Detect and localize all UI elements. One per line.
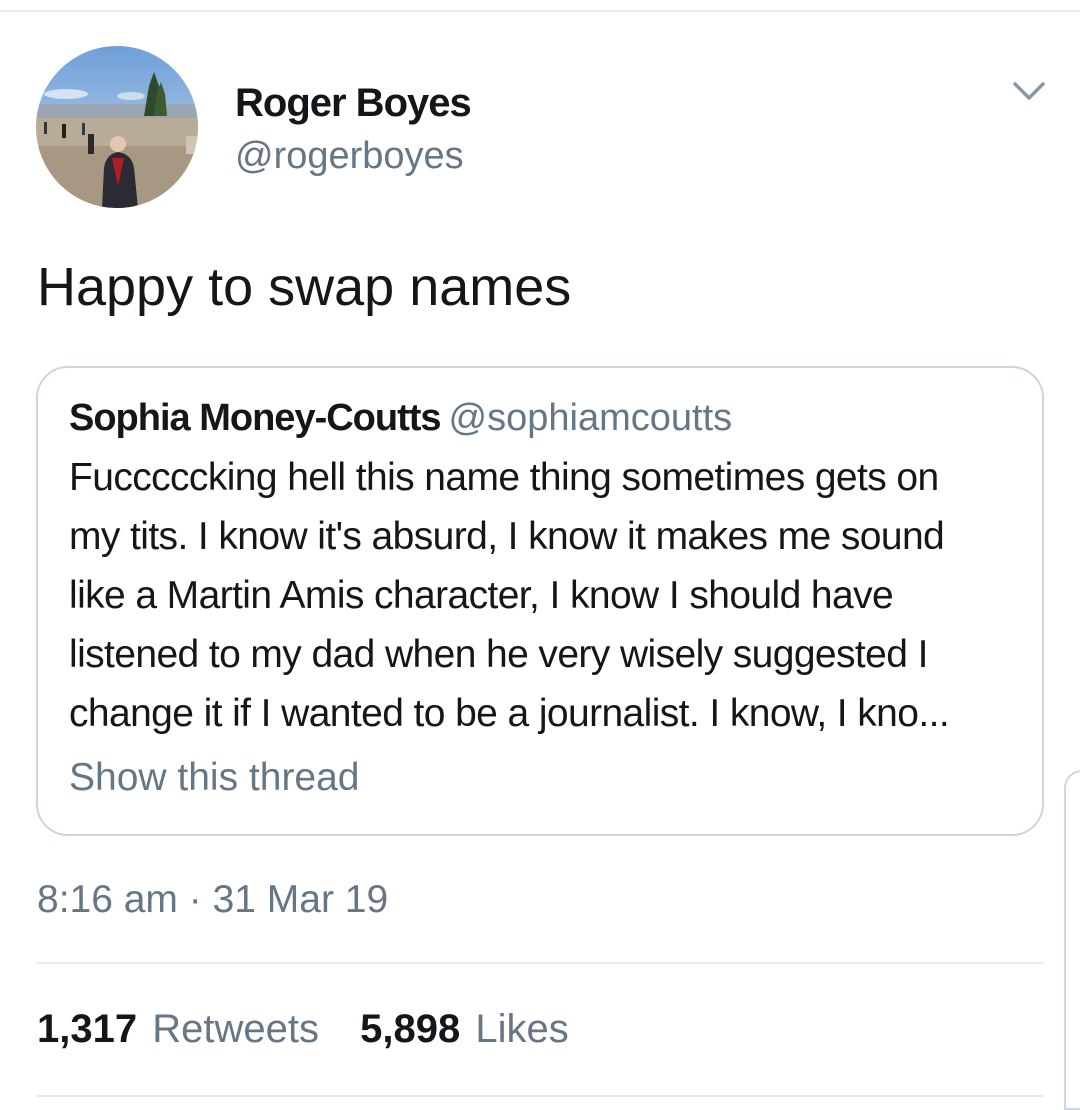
quoted-text-line: my tits. I know it's absurd, I know it m… <box>69 515 945 558</box>
quoted-author-name: Sophia Money-Coutts <box>69 397 442 439</box>
author-avatar[interactable] <box>36 46 198 208</box>
tweet-text: Happy to swap names <box>37 257 572 317</box>
author-name[interactable]: Roger Boyes <box>235 80 472 126</box>
quoted-text-line: listened to my dad when he very wisely s… <box>69 633 928 676</box>
tweet-timestamp[interactable]: 8:16 am · 31 Mar 19 <box>37 876 388 924</box>
adjacent-card-edge <box>1064 770 1080 1110</box>
quoted-text-line: Fucccccking hell this name thing sometim… <box>69 456 939 499</box>
chevron-down-icon[interactable] <box>1011 78 1047 104</box>
author-handle[interactable]: @rogerboyes <box>235 134 471 178</box>
quoted-tweet-card[interactable]: Sophia Money-Coutts @sophiamcoutts Fucccc… <box>36 366 1044 836</box>
retweets-label: Retweets <box>152 1007 319 1051</box>
likes-label: Likes <box>475 1007 569 1051</box>
quoted-tweet-text: Fucccccking hell this name thing sometim… <box>69 448 1019 743</box>
retweets-count: 1,317 <box>37 1007 138 1051</box>
quoted-tweet-header: Sophia Money-Coutts @sophiamcoutts <box>69 394 732 442</box>
top-separator <box>0 0 1080 12</box>
likes-stat[interactable]: 5,898 Likes <box>360 1007 569 1051</box>
quoted-author-handle: @sophiamcoutts <box>448 397 733 439</box>
divider <box>36 1095 1044 1097</box>
quoted-text-line: change it if I wanted to be a journalist… <box>69 692 950 735</box>
avatar-photo <box>36 46 198 208</box>
likes-count: 5,898 <box>360 1007 461 1051</box>
tweet-stats: 1,317 Retweets 5,898 Likes <box>37 1005 599 1053</box>
retweets-stat[interactable]: 1,317 Retweets <box>37 1007 319 1051</box>
divider <box>36 962 1044 964</box>
quoted-text-line: like a Martin Amis character, I know I s… <box>69 574 894 617</box>
show-thread-link[interactable]: Show this thread <box>69 754 360 802</box>
